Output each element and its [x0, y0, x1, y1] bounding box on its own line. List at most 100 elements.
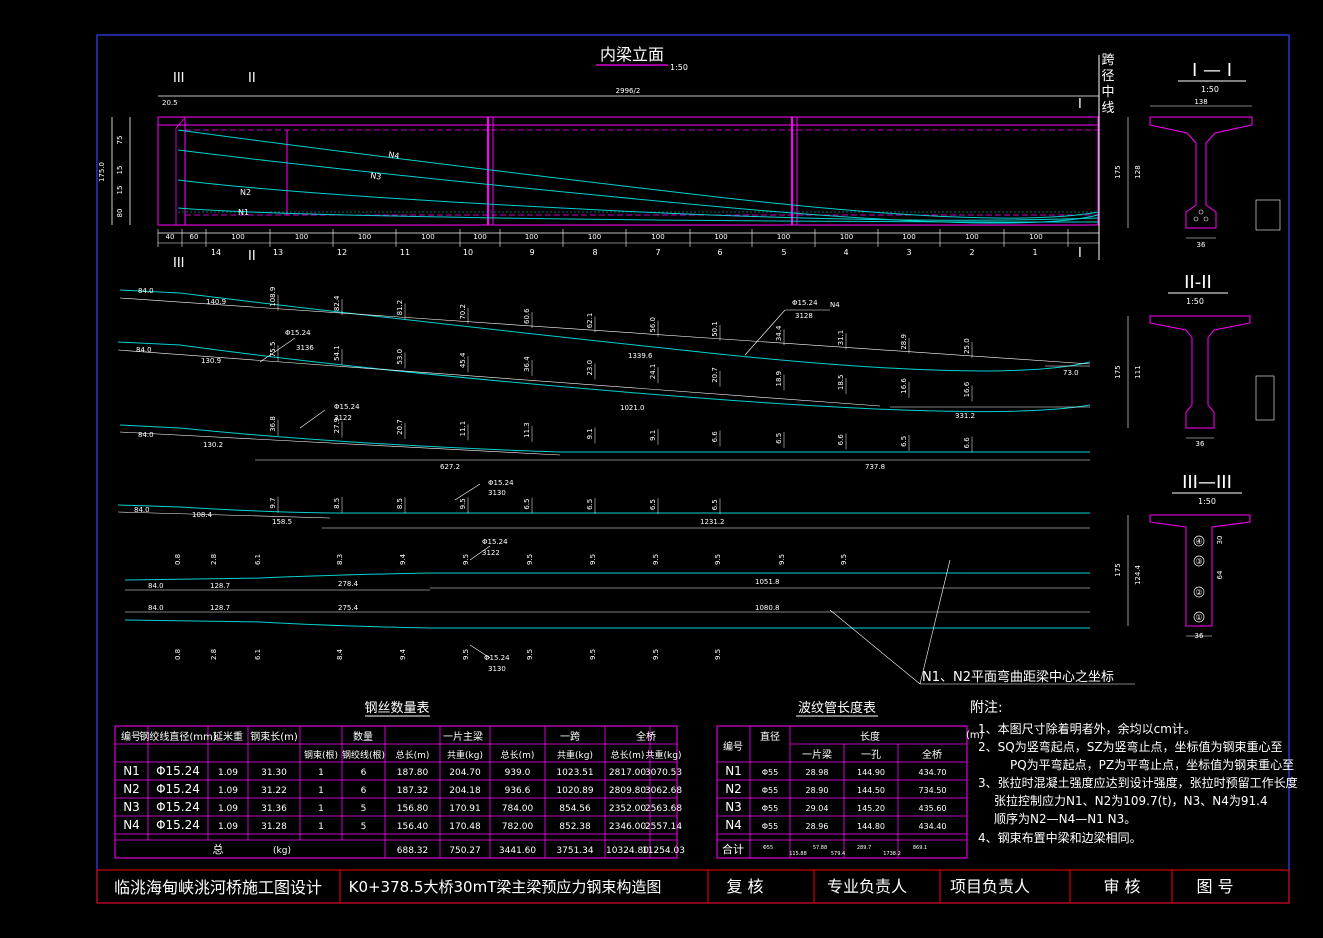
station-label: 14 — [211, 248, 221, 257]
steel-subheader: 共重(kg) — [447, 749, 483, 761]
plan-coord-value: 0.8 — [174, 554, 182, 565]
steel-cell: 156.40 — [397, 822, 429, 832]
station-label: 8 — [592, 248, 597, 257]
n4-arc: 1339.6 — [628, 352, 653, 360]
n3-spec: Φ15.24 — [285, 329, 311, 337]
steel-cell: 1.09 — [218, 804, 238, 814]
steel-cell: 5 — [361, 822, 367, 832]
coord-value: 54.1 — [333, 345, 341, 361]
steel-cell: 1 — [318, 822, 324, 832]
tendon-profile-n4: 84.0 140.9 1339.6 73.0 Φ15.24 3128 N4 — [119, 287, 1091, 377]
section-III-inner: 124.4 — [1134, 564, 1142, 585]
plan-coord-value: 9.5 — [714, 554, 722, 565]
section-I-table — [1255, 199, 1281, 231]
steel-header: 全桥 — [636, 730, 656, 743]
tb-lead: 专业负责人 — [827, 877, 907, 896]
duct-cell: Φ55 — [762, 822, 778, 831]
steel-cell: 187.32 — [397, 786, 429, 796]
duct-cell: 434.70 — [919, 768, 947, 777]
plan-n1-dim-2: 128.7 — [210, 604, 230, 612]
steel-cell: 2563.68 — [645, 804, 682, 814]
station-label: 1 — [1032, 248, 1037, 257]
station-label: 13 — [273, 248, 283, 257]
coord-value: 25.0 — [963, 338, 971, 354]
plan-n1-len: 3130 — [488, 665, 506, 673]
plan-n2-dim-4: 1051.8 — [755, 578, 780, 586]
duct-table: 编号直径 长度一片梁 一孔 全桥(m)N1 Φ55 28.98 144.90 434.70N2… — [716, 725, 984, 859]
coord-value: 6.5 — [649, 499, 657, 510]
plan-coord-value: 9.5 — [526, 554, 534, 565]
section-II-web: 111 — [1134, 365, 1142, 378]
coord-value: 70.2 — [459, 304, 467, 320]
section-III-dim-30: 30 — [1216, 536, 1224, 545]
coord-value: 16.6 — [900, 378, 908, 394]
n4-spec: Φ15.24 — [792, 299, 818, 307]
plan-coord-value: 9.4 — [399, 648, 407, 660]
coord-value: 36.8 — [269, 416, 277, 432]
plan-coord-value: 9.5 — [589, 554, 597, 565]
n3-curve — [117, 341, 1091, 413]
section-III-shape — [1149, 514, 1251, 627]
n2-dim-start: 84.0 — [138, 431, 154, 439]
n1-dim-straight: 1231.2 — [700, 518, 725, 526]
duct-cell: 144.50 — [857, 786, 885, 795]
left-dim-15a: 15 — [116, 166, 124, 175]
note-line-2: 2、SQ为竖弯起点，SZ为竖弯止点，坐标值为钢束重心至 — [978, 739, 1283, 754]
cad-drawing: 内梁立面 1:50 2996/2 跨 径 中 线 III II III II I… — [96, 34, 1298, 904]
n4-len: 3128 — [795, 312, 813, 320]
steel-total-cell: 3751.34 — [556, 846, 593, 856]
duct-header: 一片梁 — [802, 748, 832, 761]
n3-len: 3136 — [296, 344, 314, 352]
steel-cell: N2 — [123, 782, 140, 796]
n2-base — [119, 431, 561, 456]
section-I-base: 36 — [1197, 241, 1206, 249]
duct-cell: 29.04 — [806, 804, 829, 813]
dim-spacing: 40 — [166, 233, 175, 241]
coord-value: 60.6 — [523, 308, 531, 324]
coord-value: 108.9 — [269, 287, 277, 307]
coord-value: 8.5 — [396, 498, 404, 509]
left-dim-80: 80 — [116, 209, 124, 218]
duct-cell: N3 — [725, 800, 742, 814]
dim-spacing: 100 — [295, 233, 308, 241]
steel-subheader: 钢束(根) — [304, 749, 338, 761]
n3-leader — [259, 337, 296, 363]
plan-coord-value: 9.5 — [462, 649, 470, 660]
coord-value: 9.5 — [459, 498, 467, 509]
duct-cell: 144.80 — [857, 822, 885, 831]
steel-total-cell: 11254.03 — [642, 846, 685, 856]
steel-cell: Φ15.24 — [156, 800, 200, 814]
duct-cell: 28.90 — [806, 786, 829, 795]
section-II-scale: 1:50 — [1186, 297, 1204, 306]
steel-cell: 5 — [361, 804, 367, 814]
section-I-width: 138 — [1194, 98, 1207, 106]
coord-value: 34.4 — [775, 325, 783, 341]
left-dim-75: 75 — [116, 136, 124, 145]
duct-header: 一孔 — [861, 749, 881, 761]
duct-cell: 144.90 — [857, 768, 885, 777]
steel-cell: N3 — [123, 800, 140, 814]
coord-value: 45.4 — [459, 352, 467, 368]
duct-table-title: 波纹管长度表 — [798, 700, 876, 716]
plan-n1-dim-start: 84.0 — [148, 604, 164, 612]
n1-base — [117, 511, 331, 519]
duct-3-label: ③ — [1195, 557, 1202, 566]
coord-value: 18.5 — [837, 375, 845, 391]
steel-subheader: 总长(m) — [396, 749, 430, 761]
coord-value: 56.0 — [649, 317, 657, 333]
steel-cell: 1 — [318, 768, 324, 778]
n2-leader — [299, 409, 326, 429]
plan-coord-value: 9.5 — [652, 554, 660, 565]
steel-cell: 1 — [318, 786, 324, 796]
steel-header: 编号 — [121, 730, 141, 743]
station-label: 7 — [655, 248, 660, 257]
tb-pm: 项目负责人 — [950, 877, 1030, 896]
steel-cell: N4 — [123, 818, 140, 832]
label-n4-elev: N4 — [388, 150, 400, 161]
plan-n1-spec: Φ15.24 — [484, 654, 510, 662]
section-III-height: 175 — [1114, 563, 1122, 576]
coord-value: 6.5 — [523, 499, 531, 510]
steel-cell: 31.22 — [261, 786, 287, 796]
n2-dim-straight: 627.2 — [440, 463, 460, 471]
half-span-dim: 2996/2 — [616, 87, 641, 95]
